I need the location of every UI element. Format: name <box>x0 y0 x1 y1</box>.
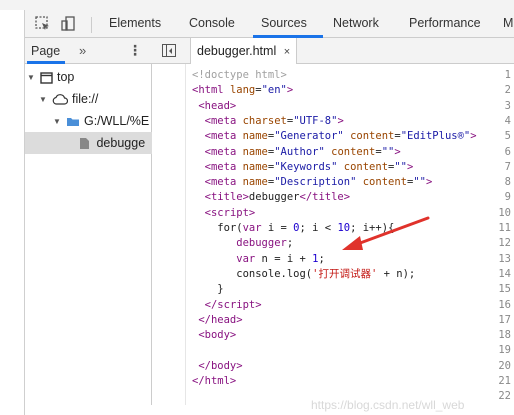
tab-console[interactable]: Console <box>189 10 235 38</box>
navigator-menu-button[interactable]: ⋮ <box>128 38 142 63</box>
line-number[interactable]: 15 <box>483 282 511 297</box>
watermark: https://blog.csdn.net/wll_web <box>311 398 465 412</box>
cloud-icon <box>53 94 69 105</box>
file-tab-label: debugger.html <box>197 44 277 58</box>
line-number[interactable]: 16 <box>483 298 511 313</box>
more-tabs-button[interactable]: » <box>79 38 86 63</box>
code-line: var n = i + 1; <box>236 252 325 265</box>
line-number[interactable]: 13 <box>483 252 511 267</box>
line-number[interactable]: 2 <box>483 83 511 98</box>
line-number[interactable]: 12 <box>483 236 511 251</box>
tree-label-folder: G:/WLL/%E <box>83 114 150 128</box>
code-editor[interactable]: <!doctype html> <html lang="en"> <head> … <box>152 64 514 405</box>
line-number[interactable]: 8 <box>483 175 511 190</box>
line-number[interactable]: 22 <box>483 389 511 404</box>
line-number[interactable]: 1 <box>483 68 511 83</box>
code-line: <script> <box>204 206 256 219</box>
red-arrow <box>342 216 430 250</box>
code-line: <title>debugger</title> <box>204 191 351 204</box>
code-line: debugger; <box>236 237 294 250</box>
expand-arrow-icon[interactable]: ▼ <box>27 67 37 88</box>
window-icon <box>40 72 54 84</box>
tree-item-debugger-file[interactable]: debugge <box>25 132 152 154</box>
tab-performance[interactable]: Performance <box>409 10 481 38</box>
file-tab-debugger[interactable]: debugger.html × <box>190 38 298 64</box>
line-number[interactable]: 4 <box>483 114 511 129</box>
tab-elements[interactable]: Elements <box>109 10 161 38</box>
close-icon[interactable]: × <box>284 46 290 58</box>
code-line: </script> <box>204 298 262 311</box>
line-number[interactable]: 10 <box>483 206 511 221</box>
tab-sources[interactable]: Sources <box>261 10 307 38</box>
navigator-pane: Page » ⋮ ▼ top ▼ file:// ▼ G:/WLL/%E deb… <box>25 38 152 405</box>
main-toolbar: Elements Console Sources Network Perform… <box>25 10 514 38</box>
code-line: </body> <box>198 359 243 372</box>
line-number[interactable]: 21 <box>483 374 511 389</box>
line-number[interactable]: 5 <box>483 129 511 144</box>
tree-item-top[interactable]: ▼ top <box>27 66 152 88</box>
editor-tabbar: debugger.html × <box>152 38 514 64</box>
tab-network[interactable]: Network <box>333 10 379 38</box>
code-line: <meta name="Author" content=""> <box>204 145 401 158</box>
code-line: <meta name="Keywords" content=""> <box>204 160 414 173</box>
tab-more[interactable]: M <box>503 10 513 38</box>
line-number[interactable]: 20 <box>483 359 511 374</box>
code-line: <!doctype html> <box>192 69 287 81</box>
navigator-header: Page » ⋮ <box>25 38 152 64</box>
code-line: <meta charset="UTF-8"> <box>204 114 344 127</box>
code-line: <body> <box>198 329 237 342</box>
code-line: <html lang="en"> <box>192 84 294 97</box>
expand-arrow-icon[interactable]: ▼ <box>53 111 63 132</box>
line-number[interactable]: 11 <box>483 221 511 236</box>
tree-label-debugger: debugge <box>96 136 146 150</box>
line-number[interactable]: 14 <box>483 267 511 282</box>
pane-toggle-icon[interactable] <box>162 44 176 57</box>
tree-label-file: file:// <box>71 92 99 106</box>
left-margin <box>0 10 24 415</box>
tree-item-file[interactable]: ▼ file:// <box>39 88 152 110</box>
line-number[interactable]: 19 <box>483 343 511 358</box>
code-line: console.log('打开调试器' + n); <box>236 267 416 280</box>
code-line: } <box>217 283 224 296</box>
code-line: </html> <box>192 375 237 387</box>
code-line: </head> <box>198 313 243 326</box>
code-line: <head> <box>198 99 237 112</box>
toolbar-separator <box>91 17 92 33</box>
tree-item-folder[interactable]: ▼ G:/WLL/%E <box>53 110 152 132</box>
folder-icon <box>67 118 80 127</box>
line-number[interactable]: 17 <box>483 313 511 328</box>
inspect-icon[interactable] <box>34 15 52 33</box>
file-icon <box>80 138 89 150</box>
line-number[interactable]: 18 <box>483 328 511 343</box>
line-number[interactable]: 6 <box>483 145 511 160</box>
code-line: <meta name="Description" content=""> <box>204 176 433 189</box>
page-tab-indicator <box>27 61 65 64</box>
code-line: <meta name="Generator" content="EditPlus… <box>204 130 477 143</box>
line-number[interactable]: 3 <box>483 99 511 114</box>
line-number-gutter <box>152 64 186 405</box>
tree-label-top: top <box>56 70 75 84</box>
top-strip <box>0 0 514 10</box>
line-number[interactable]: 7 <box>483 160 511 175</box>
line-number[interactable]: 9 <box>483 190 511 205</box>
devtools-panel: Elements Console Sources Network Perform… <box>24 10 514 415</box>
expand-arrow-icon[interactable]: ▼ <box>39 89 49 110</box>
device-toggle-icon[interactable] <box>60 15 78 33</box>
